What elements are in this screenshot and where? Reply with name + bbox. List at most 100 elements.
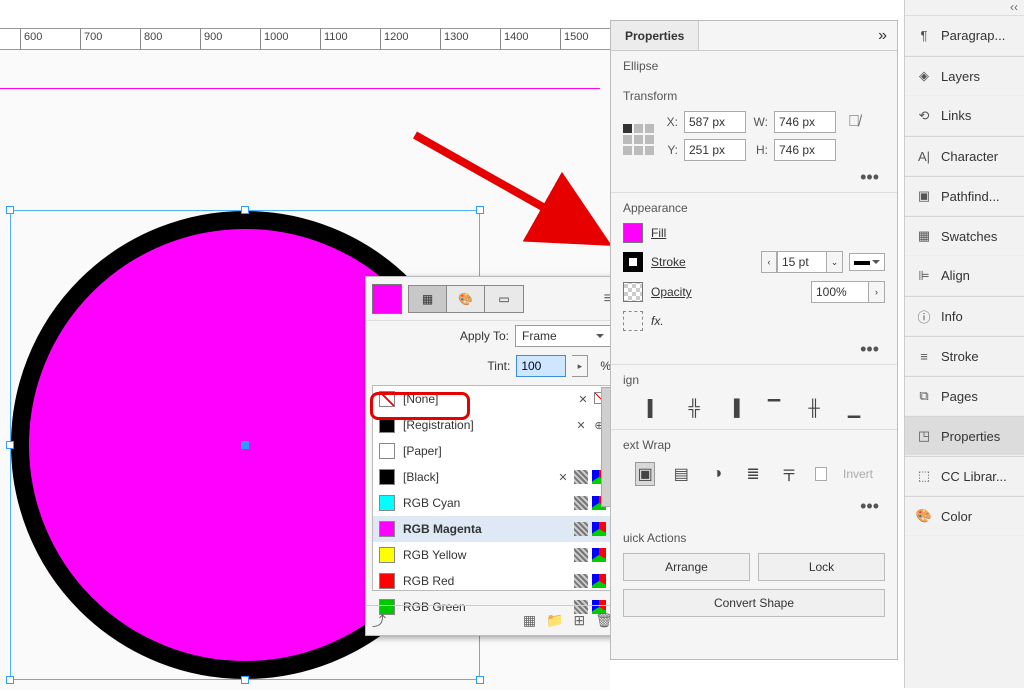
dock-item-stroke[interactable]: ≡Stroke [905,336,1024,376]
y-input[interactable]: 251 px [684,139,746,161]
transform-section: Transform X: 587 px W: 746 px ⛓̸ Y: 251 … [611,81,897,193]
swatch-item-magenta[interactable]: RGB Magenta [373,516,612,542]
dock-item-links[interactable]: ⟲Links [905,96,1024,136]
align-vcenter-icon[interactable]: ╫ [802,397,826,421]
constrain-proportions-icon[interactable]: ⛓̸ [848,113,860,131]
swatch-item-cyan[interactable]: RGB Cyan [373,490,612,516]
arrange-label: Arrange [665,560,708,574]
dock-item-swatches[interactable]: ▦Swatches [905,216,1024,256]
horizontal-ruler: 600 700 800 900 1000 1100 1200 1300 1400… [0,28,610,50]
swatch-item-none[interactable]: [None] ✕ [373,386,612,412]
wrap-object-icon[interactable]: ≣ [743,462,763,486]
arrange-button[interactable]: Arrange [623,553,750,581]
dock-item-cc-libraries[interactable]: ⬚CC Librar... [905,456,1024,496]
resize-handle-ml[interactable] [6,441,14,449]
convert-shape-button[interactable]: Convert Shape [623,589,885,617]
align-top-icon[interactable]: ▔ [762,397,786,421]
panel-collapse-icon[interactable]: » [868,27,897,45]
fill-color-well[interactable] [623,223,643,243]
color-tab[interactable]: 🎨 [447,286,485,312]
align-right-icon[interactable]: ▐ [722,397,746,421]
swatch-item-registration[interactable]: [Registration] ✕⊕ [373,412,612,438]
add-to-cc-icon[interactable]: ⤴ [372,611,386,631]
h-input[interactable]: 746 px [774,139,836,161]
wrap-column-icon[interactable]: 〒 [779,462,799,486]
more-options-icon[interactable]: ••• [623,496,885,517]
new-group-icon[interactable]: 📁 [546,612,563,629]
ruler-tick-label: 1300 [444,31,468,43]
dock-item-align[interactable]: ⊫Align [905,256,1024,296]
dock-item-color[interactable]: 🎨Color [905,496,1024,536]
swatch-item-yellow[interactable]: RGB Yellow [373,542,612,568]
more-options-icon[interactable]: ••• [623,339,885,360]
swatches-tab[interactable]: ▦ [409,286,447,312]
apply-to-select[interactable]: Frame [515,325,611,347]
resize-handle-bm[interactable] [241,676,249,684]
quick-actions-title-fragment: uick Actions [623,531,885,545]
swatch-item-red[interactable]: RGB Red [373,568,612,594]
gradient-icon: ▭ [498,292,509,306]
w-input[interactable]: 746 px [774,111,836,133]
opacity-dropdown[interactable]: › [869,281,885,303]
stroke-decrement[interactable]: ‹ [761,251,777,273]
convert-label: Convert Shape [714,596,794,610]
align-section-partial: ign ▍ ╬ ▐ ▔ ╫ ▁ [611,365,897,430]
align-bottom-icon[interactable]: ▁ [842,397,866,421]
opacity-input[interactable]: 100% [811,281,869,303]
stroke-label[interactable]: Stroke [651,255,686,269]
opacity-label[interactable]: Opacity [651,285,692,299]
more-options-icon[interactable]: ••• [623,167,885,188]
resize-handle-br[interactable] [476,676,484,684]
invert-checkbox[interactable] [815,467,827,481]
swatch-color-icon [379,417,395,433]
fill-label[interactable]: Fill [651,226,666,240]
stroke-weight-input[interactable]: 15 pt [777,251,827,273]
dock-item-pages[interactable]: ⧉Pages [905,376,1024,416]
dock-item-pathfinder[interactable]: ▣Pathfind... [905,176,1024,216]
swatch-item-black[interactable]: [Black] ✕ [373,464,612,490]
resize-handle-tl[interactable] [6,206,14,214]
dock-label: Color [941,509,972,524]
stroke-dropdown[interactable]: ⌄ [827,251,843,273]
h-value: 746 px [779,143,815,157]
align-left-icon[interactable]: ▍ [642,397,666,421]
selection-type-label: Ellipse [611,51,897,81]
reference-point-grid[interactable] [623,124,654,155]
dock-collapse-icon[interactable]: ‹‹ [905,0,1024,16]
resize-handle-tm[interactable] [241,206,249,214]
center-point-handle[interactable] [241,441,249,449]
current-fill-swatch[interactable] [372,284,402,314]
properties-tab[interactable]: Properties [611,21,699,50]
tint-label: Tint: [374,359,510,373]
fx-label[interactable]: fx. [651,314,664,328]
dock-item-layers[interactable]: ◈Layers [905,56,1024,96]
x-input[interactable]: 587 px [684,111,746,133]
swatch-item-paper[interactable]: [Paper] [373,438,612,464]
wrap-none-icon[interactable]: ▣ [635,462,655,486]
dock-item-paragraph[interactable]: ¶Paragrap... [905,16,1024,56]
character-icon: A| [915,147,933,165]
swatch-label: RGB Red [403,574,454,588]
ruler-tick-label: 1200 [384,31,408,43]
resize-handle-bl[interactable] [6,676,14,684]
align-hcenter-icon[interactable]: ╬ [682,397,706,421]
new-swatch-icon[interactable]: ⊞ [573,612,585,629]
tint-stepper[interactable]: ▸ [572,355,588,377]
stroke-style-select[interactable] [849,253,885,271]
properties-tab-label: Properties [625,29,684,43]
dock-item-properties[interactable]: ◳Properties [905,416,1024,456]
lock-button[interactable]: Lock [758,553,885,581]
textwrap-title-fragment: ext Wrap [623,438,885,452]
dock-item-character[interactable]: A|Character [905,136,1024,176]
gradient-tab[interactable]: ▭ [485,286,523,312]
wrap-bounding-icon[interactable]: ▤ [671,462,691,486]
dock-item-info[interactable]: ⓘInfo [905,296,1024,336]
dock-label: Links [941,108,971,123]
swatch-label: [None] [403,392,438,406]
swatch-view-icon[interactable]: ▦ [523,612,536,629]
dock-label: Align [941,268,970,283]
tint-input[interactable]: 100 [516,355,566,377]
stroke-color-well[interactable] [623,252,643,272]
resize-handle-tr[interactable] [476,206,484,214]
wrap-shape-icon[interactable]: ◑ [707,462,727,486]
